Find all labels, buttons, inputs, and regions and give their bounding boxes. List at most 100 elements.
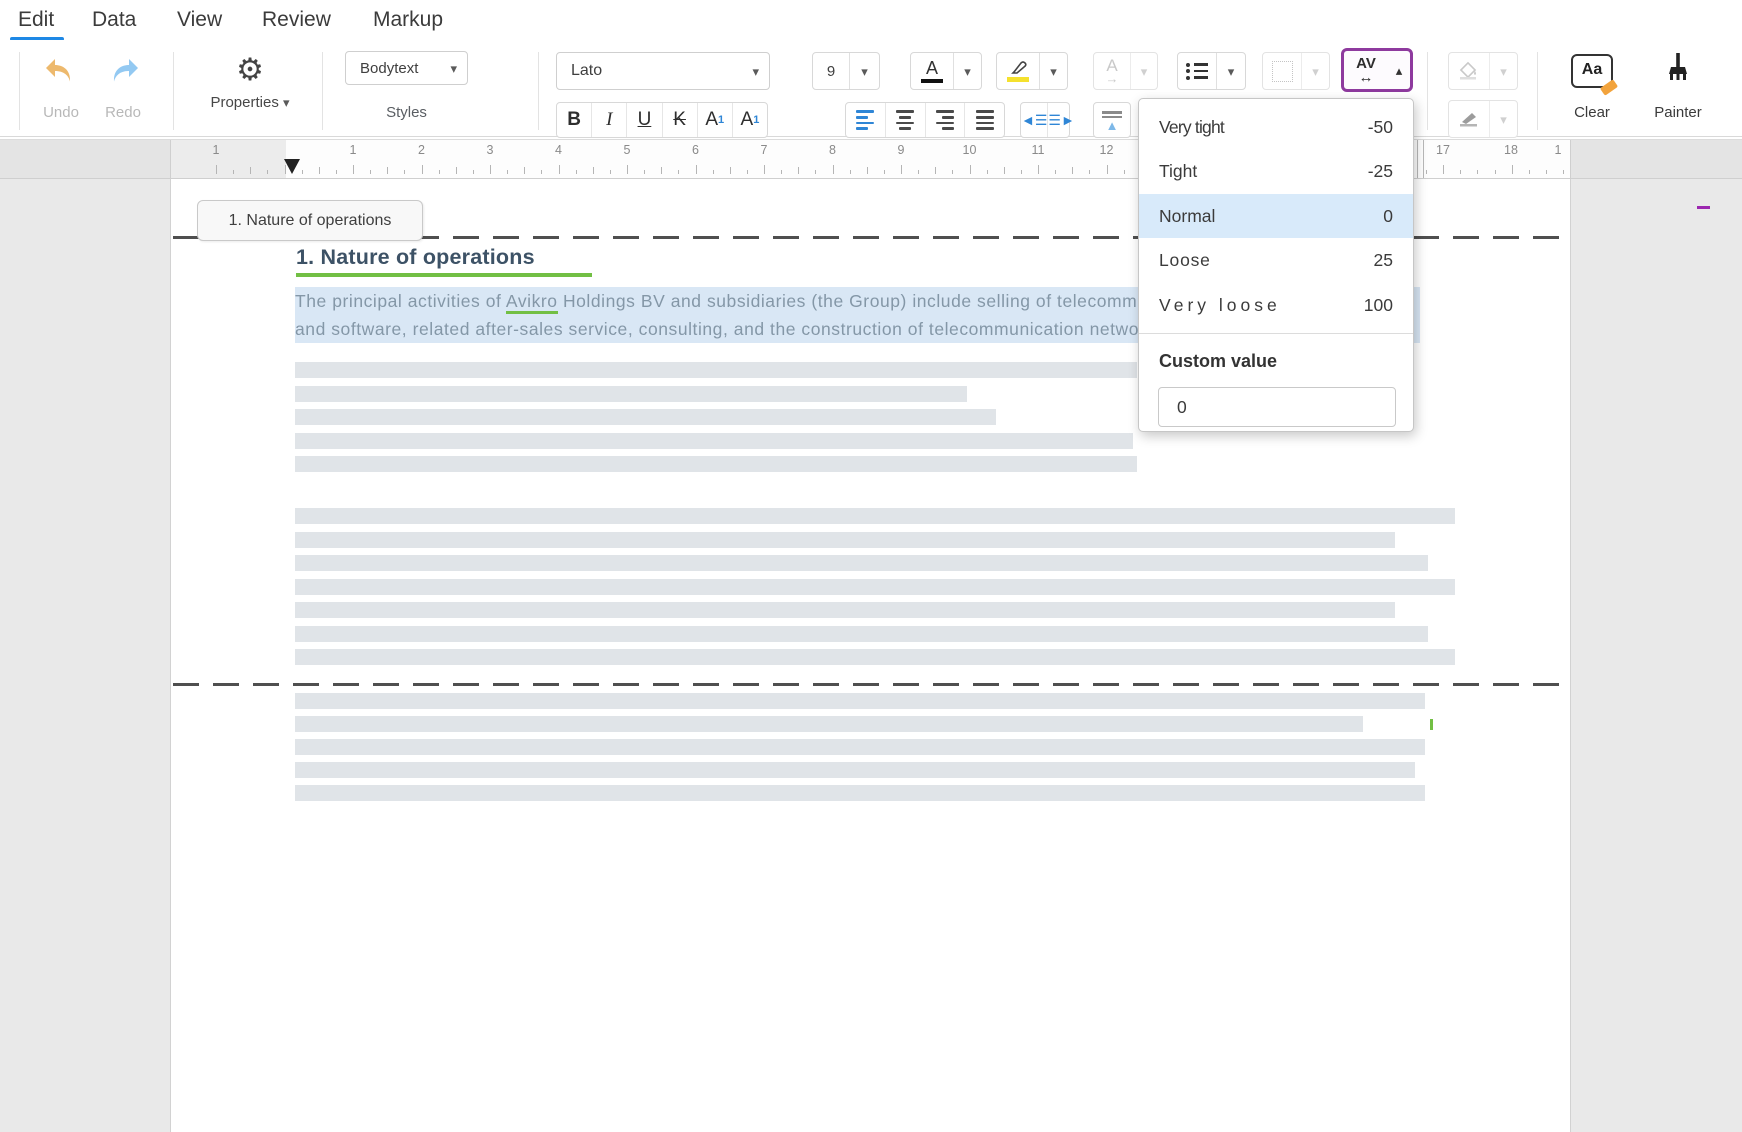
align-center-button[interactable]: [885, 103, 925, 137]
highlight-dropdown[interactable]: ▾: [1040, 53, 1067, 89]
font-color-button[interactable]: A ▾: [910, 52, 982, 90]
custom-value-input[interactable]: 0: [1158, 387, 1396, 427]
ruler-tick: [576, 170, 577, 174]
ruler-tick: [867, 167, 868, 174]
font-family-select[interactable]: Lato ▾: [556, 52, 770, 90]
ruler-tick: [627, 165, 628, 174]
toolbar-separator: [538, 52, 539, 130]
decrease-indent-button[interactable]: ◄☰: [1021, 103, 1047, 137]
strikethrough-button[interactable]: K: [662, 103, 697, 137]
paragraph-spacing-button[interactable]: ▲: [1093, 102, 1131, 138]
increase-indent-icon: ☰►: [1048, 112, 1074, 129]
subscript-button[interactable]: A1: [732, 103, 767, 137]
placeholder-text-line: [295, 386, 967, 402]
page-break-line: [173, 683, 1563, 686]
align-left-icon: [856, 110, 874, 129]
bold-button[interactable]: B: [557, 103, 591, 137]
spacing-option-normal[interactable]: Normal0: [1139, 194, 1413, 238]
spacing-option-loose[interactable]: Loose25: [1139, 239, 1413, 283]
bullet-list-dropdown[interactable]: ▾: [1217, 53, 1245, 89]
ruler-tick: [1004, 167, 1005, 174]
placeholder-text-line: [295, 602, 1395, 618]
borders-button[interactable]: ▾: [1262, 52, 1330, 90]
menu-item-markup[interactable]: Markup: [373, 8, 443, 32]
clear-formatting-button[interactable]: Aa Clear: [1566, 52, 1618, 124]
ruler-number: 8: [829, 143, 836, 157]
ruler-tick: [267, 170, 268, 174]
chevron-down-icon: ▾: [283, 95, 290, 110]
style-select[interactable]: Bodytext ▾: [345, 51, 468, 85]
painter-label: Painter: [1650, 104, 1706, 121]
align-right-button[interactable]: [925, 103, 965, 137]
ruler-number: 3: [487, 143, 494, 157]
ruler-tick: [490, 165, 491, 174]
align-center-icon: [896, 110, 914, 129]
ruler-tick: [935, 167, 936, 174]
menu-item-edit[interactable]: Edit: [18, 8, 54, 32]
placeholder-text-line: [295, 626, 1428, 642]
bullet-list-button[interactable]: ▾: [1177, 52, 1246, 90]
format-painter-button[interactable]: Painter: [1650, 52, 1706, 124]
ruler-tick: [1443, 165, 1444, 174]
ruler-tick: [696, 165, 697, 174]
section-tab[interactable]: 1. Nature of operations: [197, 200, 423, 241]
text-direction-button: A → ▾: [1093, 52, 1158, 90]
ruler-number: 17: [1436, 143, 1450, 157]
align-justify-button[interactable]: [964, 103, 1004, 137]
ruler-tick: [541, 170, 542, 174]
ruler-number: 9: [898, 143, 905, 157]
ruler-tick: [850, 170, 851, 174]
marker-color-button: ▾: [1448, 100, 1518, 138]
fill-color-button: ▾: [1448, 52, 1518, 90]
ruler-tick: [1477, 170, 1478, 174]
spacing-option-very-loose[interactable]: Very loose100: [1139, 283, 1413, 327]
ruler-tick: [559, 165, 560, 174]
underline-button[interactable]: U: [626, 103, 661, 137]
font-color-icon: A: [926, 59, 938, 77]
superscript-button[interactable]: A1: [697, 103, 732, 137]
menu-item-view[interactable]: View: [177, 8, 222, 32]
ruler-tick: [918, 170, 919, 174]
italic-button[interactable]: I: [591, 103, 626, 137]
font-size-select[interactable]: 9 ▾: [812, 52, 880, 90]
chevron-down-icon: ▾: [450, 62, 467, 75]
placeholder-text-line: [295, 555, 1428, 571]
font-color-bar: [921, 79, 943, 83]
ruler[interactable]: 112345678910111217181: [0, 139, 1742, 179]
menu-item-review[interactable]: Review: [262, 8, 331, 32]
ruler-tick: [387, 167, 388, 174]
ruler-tick: [439, 170, 440, 174]
placeholder-text-line: [295, 409, 996, 425]
toolbar-separator: [1537, 52, 1538, 130]
ruler-tick: [798, 167, 799, 174]
redo-button[interactable]: Redo: [100, 54, 146, 120]
ruler-tick: [987, 170, 988, 174]
font-family-value: Lato: [557, 62, 752, 80]
toolbar-separator: [173, 52, 174, 130]
letter-spacing-button[interactable]: AV ↔ ▴: [1341, 48, 1413, 92]
ruler-tick: [524, 167, 525, 174]
font-color-dropdown[interactable]: ▾: [954, 53, 981, 89]
menu-item-data[interactable]: Data: [92, 8, 136, 32]
highlight-bar: [1007, 77, 1029, 82]
chevron-down-icon: ▾: [861, 65, 868, 78]
undo-button[interactable]: Undo: [38, 54, 84, 120]
ruler-number: 7: [761, 143, 768, 157]
ruler-tick: [1072, 167, 1073, 174]
redo-label: Redo: [100, 104, 146, 121]
align-right-icon: [936, 110, 954, 129]
highlight-button[interactable]: ▾: [996, 52, 1068, 90]
align-left-button[interactable]: [846, 103, 885, 137]
ruler-tick: [1512, 165, 1513, 174]
spacing-option-very-tight[interactable]: Very tight-50: [1139, 105, 1413, 149]
ruler-number: 12: [1100, 143, 1114, 157]
spacing-option-tight[interactable]: Tight-25: [1139, 150, 1413, 194]
menu-bar: Edit Data View Review Markup: [0, 0, 1742, 40]
properties-button[interactable]: ⚙ Properties ▾: [192, 52, 308, 124]
increase-indent-button[interactable]: ☰►: [1047, 103, 1074, 137]
placeholder-text-line: [295, 785, 1425, 801]
undo-label: Undo: [38, 104, 84, 121]
ruler-tick: [473, 170, 474, 174]
ruler-indent-marker[interactable]: [284, 159, 300, 174]
document-heading[interactable]: 1. Nature of operations: [296, 245, 535, 270]
